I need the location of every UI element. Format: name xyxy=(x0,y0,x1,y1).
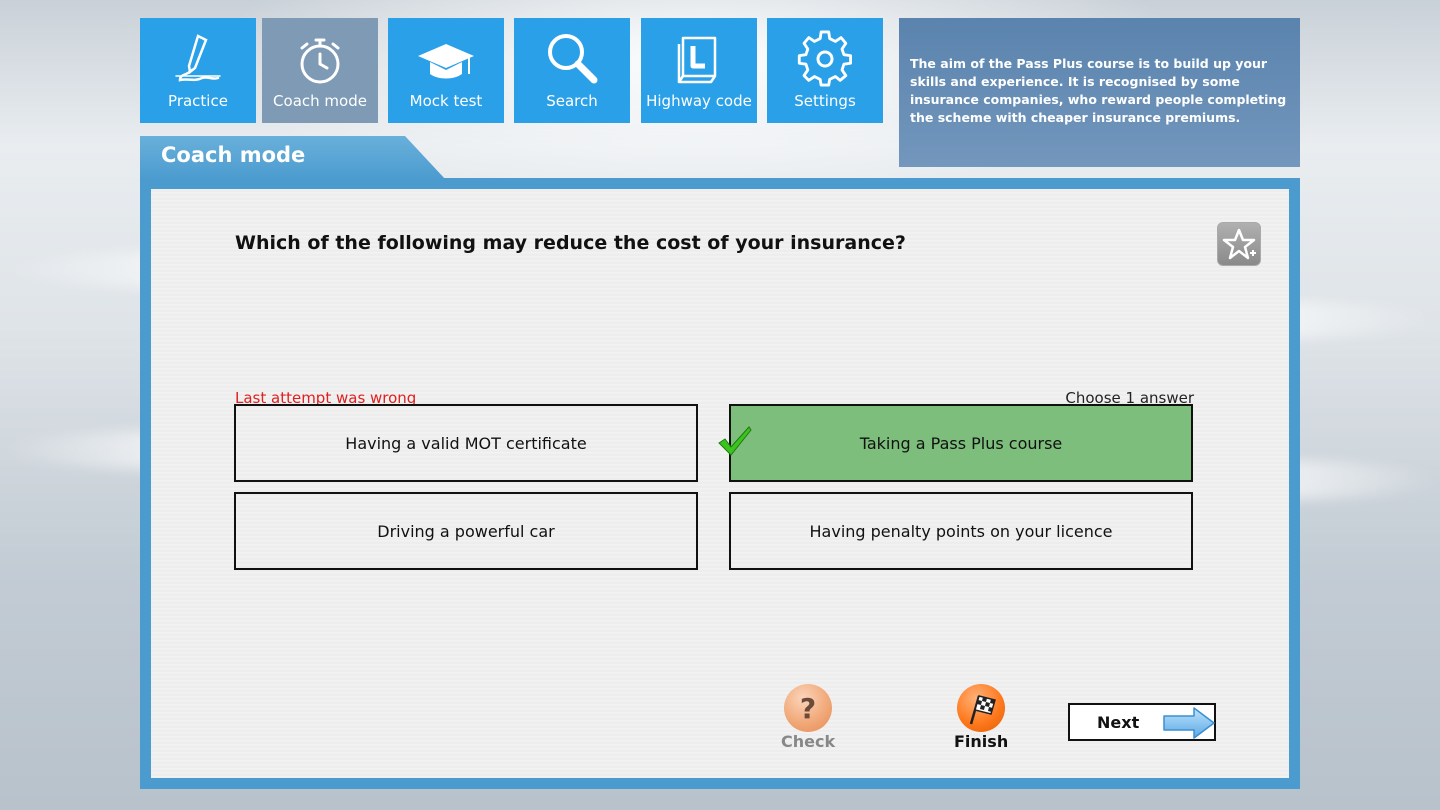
finish-button[interactable]: Finish xyxy=(954,684,1008,751)
nav-tile-label: Settings xyxy=(794,92,856,110)
nav-tile-highway-code[interactable]: Highway code xyxy=(641,18,757,123)
correct-checkmark-icon xyxy=(718,426,752,456)
next-button[interactable]: Next xyxy=(1068,703,1216,741)
next-label: Next xyxy=(1097,712,1140,732)
pen-signature-icon xyxy=(175,34,221,82)
question-mark-icon: ? xyxy=(784,684,833,732)
nav-tile-search[interactable]: Search xyxy=(514,18,630,123)
nav-tile-label: Search xyxy=(546,92,598,110)
graduation-cap-icon xyxy=(418,44,474,79)
nav-tile-label: Mock test xyxy=(409,92,483,110)
nav-tile-mock-test[interactable]: Mock test xyxy=(388,18,504,123)
chequered-flag-icon xyxy=(957,684,1006,732)
arrow-right-icon xyxy=(1163,707,1215,739)
page-title: Coach mode xyxy=(161,143,306,167)
gear-icon xyxy=(797,30,853,87)
answer-option-2[interactable]: Taking a Pass Plus course xyxy=(729,404,1193,482)
star-plus-icon xyxy=(1222,228,1256,260)
answer-option-text: Having a valid MOT certificate xyxy=(345,433,587,453)
info-hint-text: The aim of the Pass Plus course is to bu… xyxy=(910,56,1287,125)
nav-tile-practice[interactable]: Practice xyxy=(140,18,256,123)
answer-option-text: Driving a powerful car xyxy=(377,521,555,541)
info-hint-panel: The aim of the Pass Plus course is to bu… xyxy=(899,18,1300,167)
answer-option-1[interactable]: Having a valid MOT certificate xyxy=(234,404,698,482)
question-panel-body: Which of the following may reduce the co… xyxy=(151,189,1289,778)
answer-option-text: Taking a Pass Plus course xyxy=(859,433,1063,453)
magnifier-icon xyxy=(548,34,598,84)
question-panel: Which of the following may reduce the co… xyxy=(140,178,1300,789)
svg-text:?: ? xyxy=(800,692,816,725)
answer-option-3[interactable]: Driving a powerful car xyxy=(234,492,698,570)
check-button[interactable]: ? Check xyxy=(781,684,835,751)
nav-tile-label: Practice xyxy=(168,92,228,110)
nav-tile-label: Coach mode xyxy=(273,92,367,110)
answer-option-4[interactable]: Having penalty points on your licence xyxy=(729,492,1193,570)
check-label: Check xyxy=(781,732,836,751)
stopwatch-icon xyxy=(300,38,340,84)
nav-tile-coach-mode[interactable]: Coach mode xyxy=(262,18,378,123)
l-plate-book-icon xyxy=(677,36,717,84)
finish-label: Finish xyxy=(954,732,1009,751)
answer-option-text: Having penalty points on your licence xyxy=(809,521,1113,541)
question-text: Which of the following may reduce the co… xyxy=(235,232,906,254)
nav-tile-label: Highway code xyxy=(646,92,752,110)
nav-tile-settings[interactable]: Settings xyxy=(767,18,883,123)
add-favourite-button[interactable] xyxy=(1217,222,1261,266)
